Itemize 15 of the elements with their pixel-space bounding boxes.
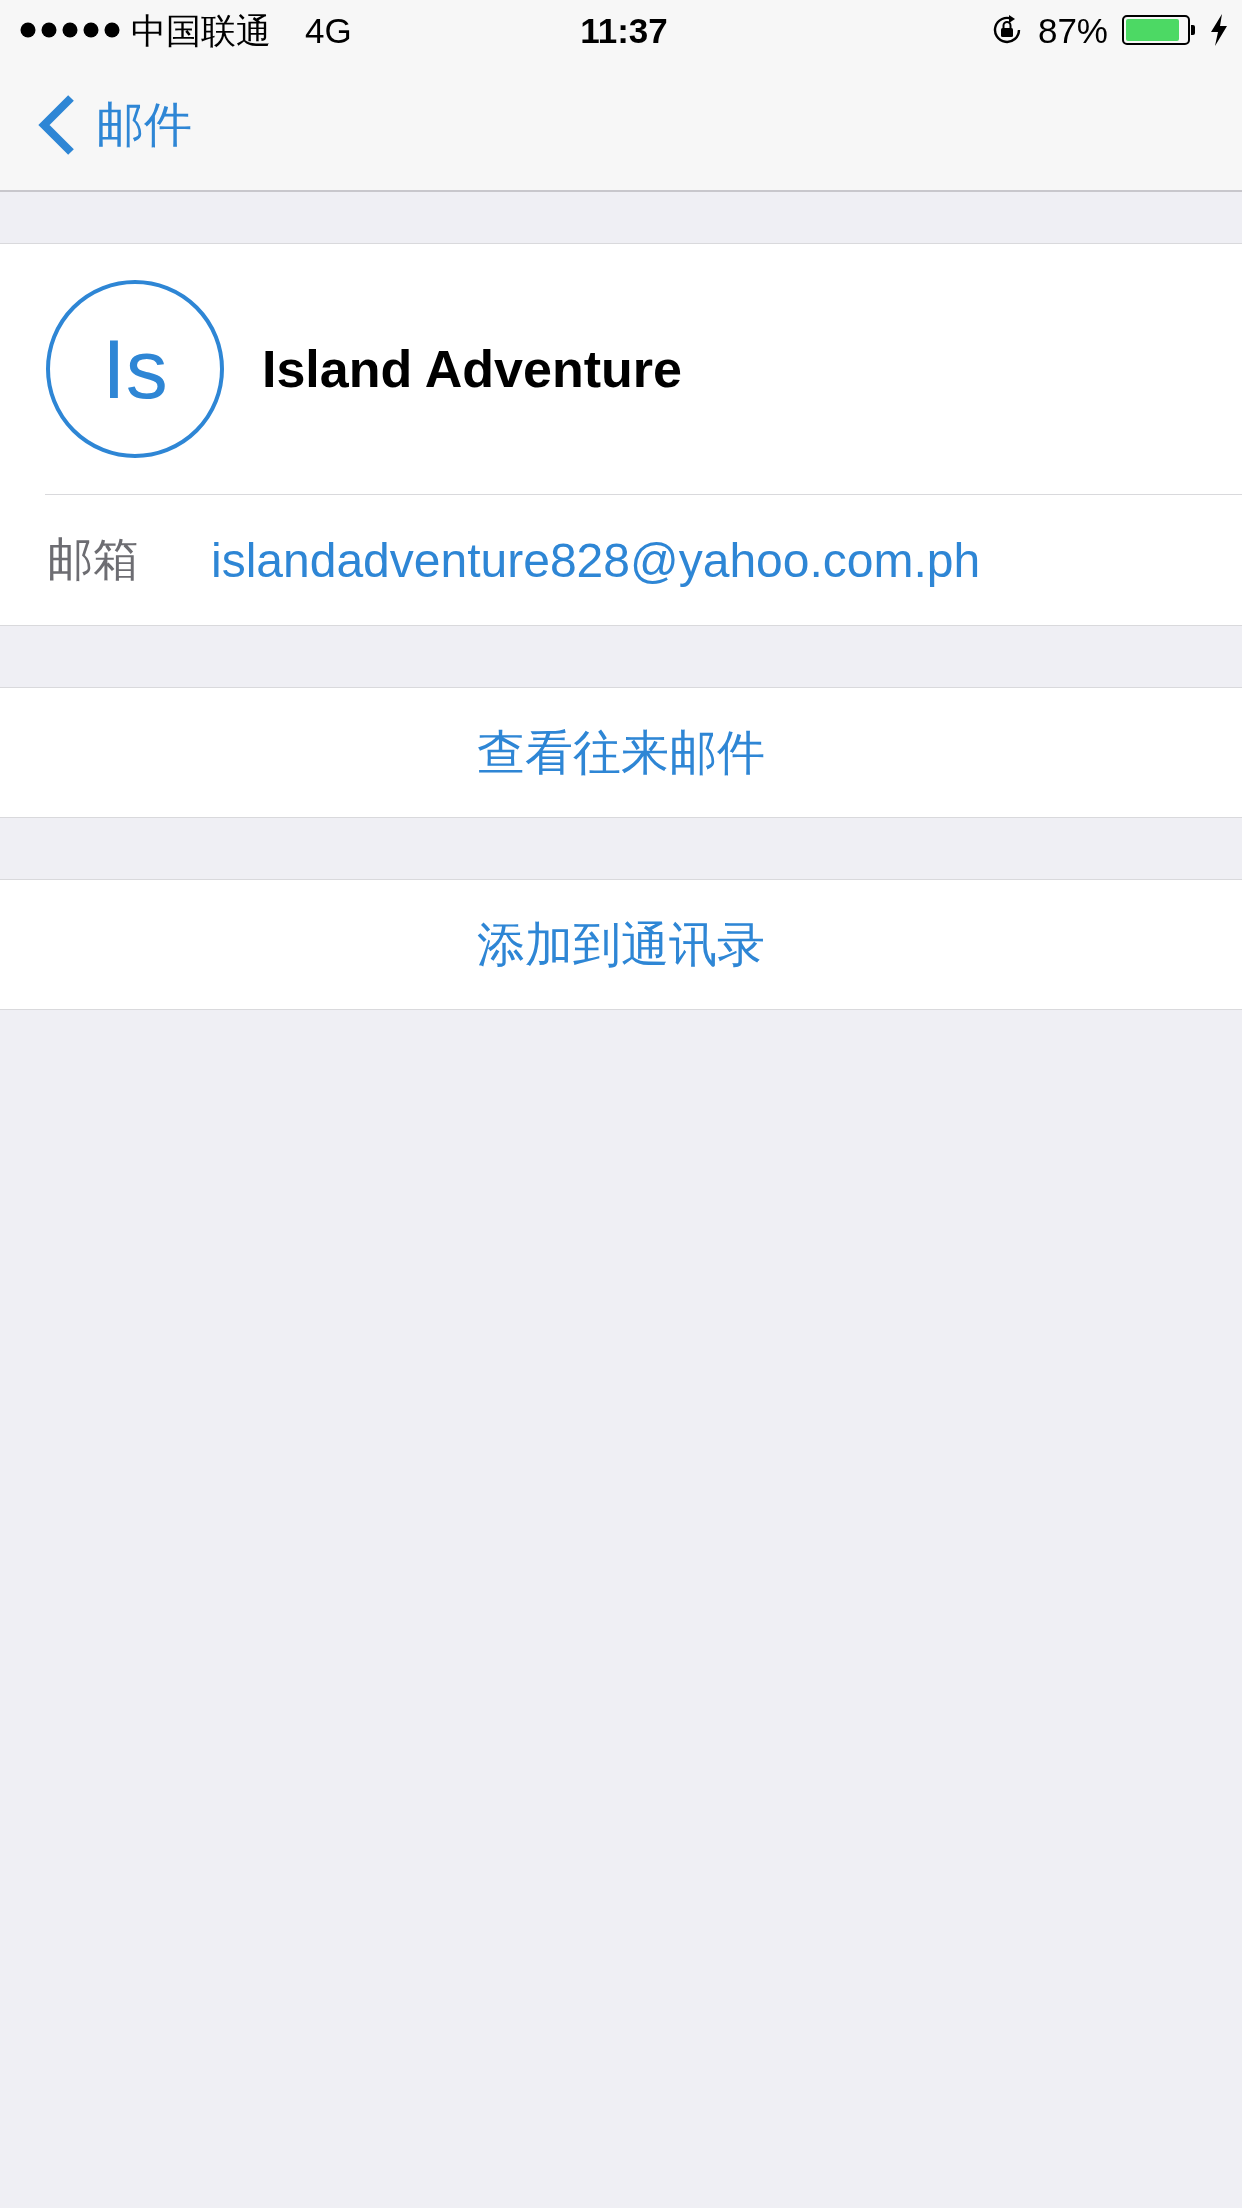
back-button[interactable]: 邮件 (36, 94, 192, 156)
initials-avatar: Is (46, 280, 224, 458)
battery-percentage: 87% (1037, 12, 1108, 48)
chevron-left-icon (36, 94, 76, 156)
signal-icon (20, 22, 121, 38)
charging-bolt-icon (1210, 14, 1228, 46)
status-time: 11:37 (580, 12, 668, 48)
carrier-name: 中国联通 (131, 12, 271, 48)
field-label: 邮箱 (47, 532, 140, 587)
email-link[interactable]: islandadventure828@yahoo.com.ph (211, 532, 981, 588)
contact-name: Island Adventure (262, 339, 682, 399)
network-type: 4G (305, 12, 352, 48)
action-button[interactable]: 添加到通讯录 (0, 879, 1242, 1010)
action-button[interactable]: 查看往来邮件 (0, 687, 1242, 818)
battery-icon (1122, 15, 1196, 45)
